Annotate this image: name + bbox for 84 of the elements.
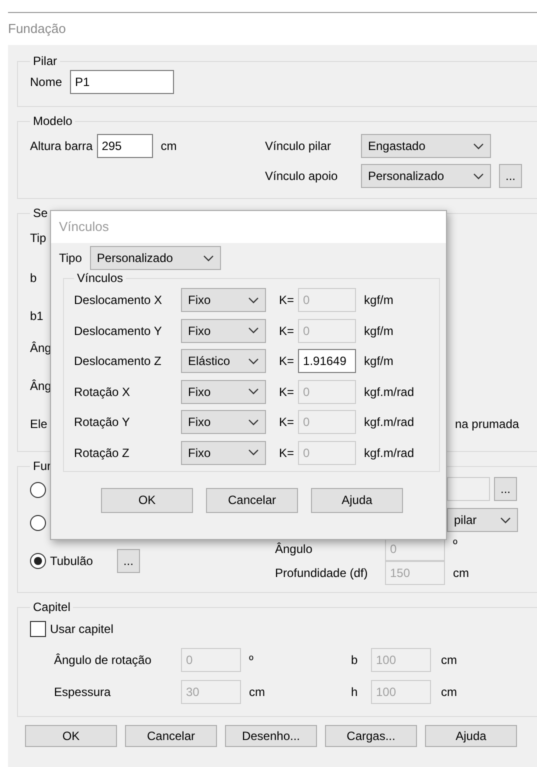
stiffness-field[interactable]: 1.91649 <box>298 349 356 374</box>
field-label: Vínculo apoio <box>265 168 339 184</box>
group-label: Pilar <box>32 55 58 68</box>
field-label: K= <box>279 324 294 338</box>
unit-label: º <box>453 537 458 552</box>
field-label: K= <box>279 354 294 369</box>
radio-label[interactable]: Tubulão <box>50 554 93 568</box>
radio-button[interactable] <box>30 553 46 570</box>
field-label: Deslocamento Z <box>74 354 162 369</box>
field-label: Espessura <box>54 684 111 700</box>
caret-icon <box>248 296 259 304</box>
checkbox-label[interactable]: Usar capitel <box>50 622 114 636</box>
field-label: b <box>351 652 358 668</box>
unit-label: kgf/m <box>364 293 394 308</box>
dialog-button[interactable]: Cargas... <box>325 725 417 747</box>
unit-label: cm <box>160 138 177 154</box>
field-label: Rotação Y <box>74 415 131 430</box>
group-label: Se <box>32 207 49 220</box>
field-label: Tip <box>30 231 46 246</box>
field-label: Ângulo de rotação <box>54 652 152 668</box>
field-label: K= <box>279 415 294 430</box>
field-label: Rotação Z <box>74 446 130 460</box>
dialog-button[interactable]: Desenho... <box>225 725 317 747</box>
dropdown[interactable]: Personalizado <box>90 246 221 270</box>
dropdown[interactable]: Elástico <box>181 349 266 374</box>
field-label: Tipo <box>59 250 82 266</box>
dialog-title: Vínculos <box>51 211 446 243</box>
height-field[interactable]: 295 <box>96 134 153 158</box>
caret-icon <box>500 516 511 524</box>
field-label: na prumada <box>455 417 520 432</box>
ellipsis-button[interactable]: ... <box>499 164 522 188</box>
caret-icon <box>202 254 214 262</box>
caret-icon <box>248 418 259 426</box>
dropdown[interactable]: pilar <box>447 508 518 532</box>
dialog-button[interactable]: OK <box>101 488 193 513</box>
group-label: Vínculos <box>76 272 124 286</box>
unit-label: kgf.m/rad <box>364 446 414 460</box>
dialog-button[interactable]: OK <box>25 725 117 747</box>
name-field[interactable]: P1 <box>70 70 174 94</box>
caret-icon <box>248 388 259 396</box>
field-label: Altura barra <box>30 138 93 154</box>
caret-icon <box>473 172 484 180</box>
dialog-button[interactable]: Ajuda <box>311 488 403 513</box>
unit-label: cm <box>441 652 457 668</box>
field-label: b1 <box>30 308 44 324</box>
caret-icon <box>473 142 484 150</box>
field-label: b <box>30 270 37 286</box>
caret-icon <box>248 449 259 456</box>
field-label: Ângulo <box>275 542 314 556</box>
group-label: Modelo <box>32 115 74 128</box>
ellipsis-button[interactable]: ... <box>116 549 140 574</box>
field-label: K= <box>279 446 294 460</box>
unit-label: kgf/m <box>364 324 394 338</box>
unit-label: cm <box>441 684 457 700</box>
ellipsis-button[interactable]: ... <box>494 477 517 502</box>
unit-label: kgf/m <box>364 354 394 369</box>
group-label: Capitel <box>32 601 72 614</box>
field-label: Vínculo pilar <box>265 138 332 154</box>
field-label: Nome <box>30 74 62 90</box>
radio-button[interactable] <box>30 482 46 498</box>
field-label: K= <box>279 293 294 308</box>
unit-label: º <box>249 652 254 668</box>
dropdown[interactable]: Personalizado <box>361 164 491 188</box>
field-label: Ele <box>30 417 48 432</box>
group-label: Fur <box>32 460 52 474</box>
field-label: Deslocamento X <box>74 293 164 308</box>
field-label: h <box>351 684 358 700</box>
dialog-button[interactable]: Ajuda <box>425 725 517 747</box>
field-label: Rotação X <box>74 384 132 400</box>
dialog-button[interactable]: Cancelar <box>206 488 298 513</box>
dialog-button[interactable]: Cancelar <box>125 725 217 747</box>
field-label: K= <box>279 384 294 400</box>
checkbox[interactable] <box>30 621 46 638</box>
caret-icon <box>248 358 259 365</box>
dropdown[interactable]: Engastado <box>361 134 491 158</box>
unit-label: cm <box>453 566 469 580</box>
field-label: Deslocamento Y <box>74 324 163 338</box>
field-label: Profundidade (df) <box>275 566 369 580</box>
radio-button[interactable] <box>30 515 46 532</box>
unit-label: kgf.m/rad <box>364 384 414 400</box>
input-field[interactable] <box>447 477 490 502</box>
unit-label: cm <box>249 684 265 700</box>
caret-icon <box>248 327 259 334</box>
unit-label: kgf.m/rad <box>364 415 414 430</box>
